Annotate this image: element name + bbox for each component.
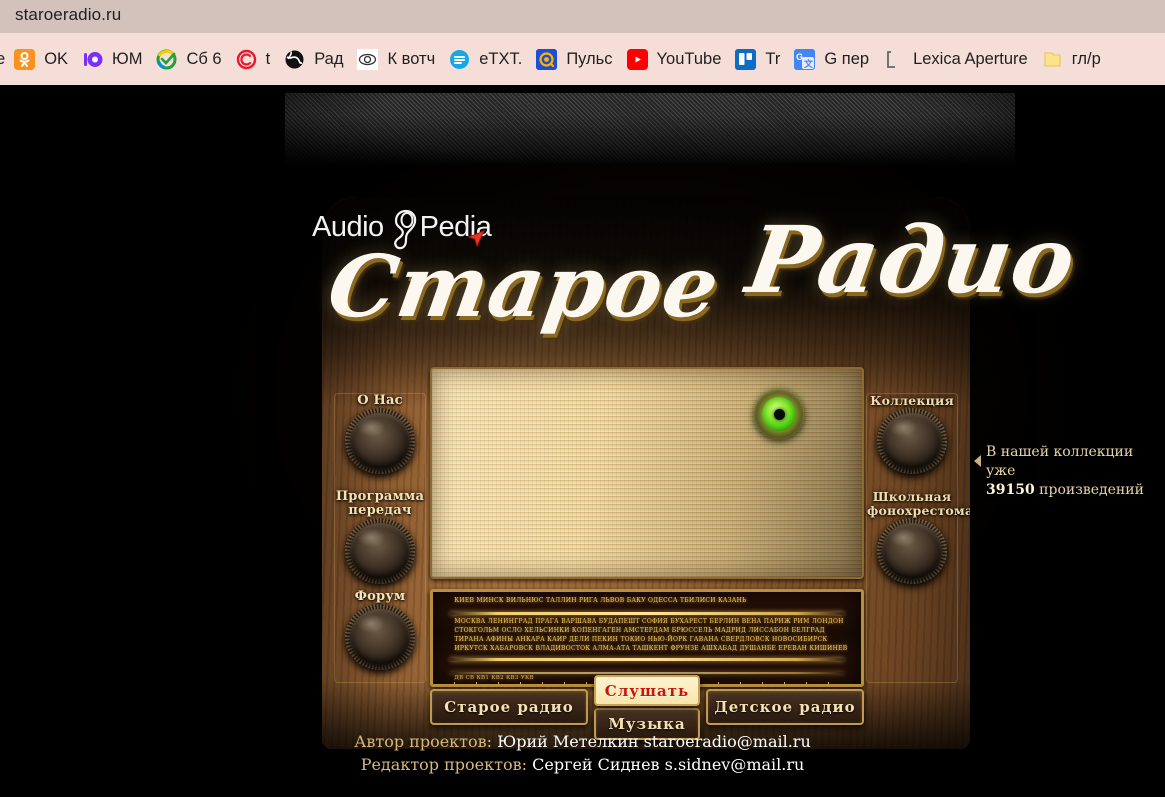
copyright-icon [236, 49, 257, 70]
browser-chrome: staroeradio.ru e OK ЮМ Сб 6 t Рад К вотч eTXT. П… [0, 0, 1165, 85]
knob-schedule[interactable]: Программа передач [335, 489, 425, 584]
carbon-header-strip [285, 93, 1015, 165]
bookmark-label-3: Сб 6 [186, 49, 222, 68]
knob-school-anthology[interactable]: Школьная фонохрестоматия [867, 489, 970, 584]
google-translate-icon: G文 [794, 48, 816, 70]
page-title-word1: Старое [321, 237, 727, 337]
active-tab-title[interactable]: staroeradio.ru [15, 5, 121, 25]
eye-icon [357, 48, 379, 70]
globe-icon [284, 49, 305, 70]
page-title: Старое Радио [321, 206, 1084, 338]
bookmark-label-11: G пер [824, 49, 870, 68]
bookmark-label-13: гл/р [1071, 49, 1101, 68]
bookmark-label-1: OK [44, 49, 69, 68]
sberbank-icon [156, 49, 177, 70]
button-kids-radio[interactable]: Детское радио [706, 689, 864, 725]
knob-schedule-dial[interactable] [345, 518, 415, 584]
bookmark-item-9[interactable]: YouTube [620, 33, 729, 85]
dial-rule [450, 612, 844, 615]
tab-strip: staroeradio.ru [0, 0, 1165, 33]
magic-eye-pupil [773, 408, 785, 420]
svg-text:G: G [796, 52, 803, 62]
odnoklassniki-icon [14, 48, 36, 70]
counter-arrow-icon [974, 455, 981, 467]
bookmark-item-7[interactable]: eTXT. [442, 33, 529, 85]
bookmark-item-8[interactable]: Пульс [529, 33, 619, 85]
credit-editor-value: Сергей Сиднев s.sidnev@mail.ru [532, 755, 805, 774]
bookmark-item-3[interactable]: Сб 6 [149, 33, 228, 85]
dial-rule [450, 658, 844, 661]
bookmark-item-6[interactable]: К вотч [350, 33, 442, 85]
collection-count: 39150 [986, 482, 1035, 498]
dial-cities-top: КИЕВ МИНСК ВИЛЬНЮС ТАЛЛИН РИГА ЛЬВОВ БАК… [454, 597, 747, 604]
bookmark-label-5: Рад [314, 49, 344, 68]
dial-cities-main: МОСКВА ЛЕНИНГРАД ПРАГА ВАРШАВА БУДАПЕШТ … [454, 618, 848, 652]
bracket-icon [883, 49, 904, 70]
bookmark-label-9: YouTube [656, 49, 722, 68]
knob-school-label-line2: фонохрестоматия [867, 503, 970, 518]
left-knob-panel: О Нас Программа передач Форум [334, 393, 426, 683]
knob-about-dial[interactable] [345, 408, 415, 474]
folder-icon [1042, 49, 1063, 70]
dial-rule [450, 672, 844, 674]
knob-forum-label: Форум [354, 589, 406, 604]
button-listen[interactable]: Слушать [594, 675, 700, 706]
credit-author-label: Автор проектов: [354, 732, 493, 751]
button-old-radio[interactable]: Старое радио [430, 689, 588, 725]
bookmark-label-7: eTXT. [479, 49, 523, 68]
etxt-icon [449, 49, 470, 70]
footer-credits: Автор проектов: Юрий Метелкин staroeradi… [0, 730, 1165, 776]
tuning-dial[interactable]: КИЕВ МИНСК ВИЛЬНЮС ТАЛЛИН РИГА ЛЬВОВ БАК… [430, 589, 864, 687]
bookmark-item-12[interactable]: Lexica Aperture [876, 33, 1035, 85]
collection-counter-line1: В нашей коллекции уже [986, 444, 1134, 479]
bookmark-item-4[interactable]: t [229, 33, 278, 85]
knob-schedule-label-line1: Программа [335, 489, 425, 504]
bookmark-label-12: Lexica Aperture [913, 49, 1028, 68]
collection-counter-line2: 39150 произведений [986, 481, 1165, 500]
credit-editor: Редактор проектов: Сергей Сиднев s.sidne… [0, 753, 1165, 776]
bookmark-label-8: Пульс [566, 49, 613, 68]
bookmark-label-4: t [265, 49, 271, 68]
bookmark-clipped-0[interactable]: e [0, 50, 5, 69]
bookmark-item-10[interactable]: Tr [728, 33, 787, 85]
knob-collection[interactable]: Коллекция [867, 393, 957, 474]
magic-eye-indicator [754, 389, 804, 439]
credit-author: Автор проектов: Юрий Метелкин staroeradi… [0, 730, 1165, 753]
knob-forum-dial[interactable] [345, 604, 415, 670]
youtube-icon [626, 48, 648, 70]
knob-collection-label: Коллекция [870, 393, 954, 408]
collection-counter: В нашей коллекции уже 39150 произведений [986, 443, 1165, 500]
yum-icon [82, 49, 103, 70]
credit-author-value: Юрий Метелкин staroeradio@mail.ru [497, 732, 811, 751]
bookmark-item-1[interactable]: OK [7, 33, 75, 85]
page-title-word2: Радио [740, 206, 1084, 314]
bookmark-item-11[interactable]: G文 G пер [787, 33, 876, 85]
trello-icon [735, 48, 757, 70]
credit-editor-label: Редактор проектов: [360, 755, 528, 774]
knob-collection-dial[interactable] [877, 408, 947, 474]
bookmark-item-13[interactable]: гл/р [1035, 33, 1108, 85]
magic-eye-lamp [762, 397, 796, 431]
knob-school-label-line1: Школьная [872, 489, 952, 504]
bookmark-item-5[interactable]: Рад [277, 33, 350, 85]
bookmark-label-6: К вотч [387, 49, 436, 68]
collection-count-suffix: произведений [1034, 482, 1144, 498]
knob-forum[interactable]: Форум [335, 589, 425, 670]
right-knob-panel: Коллекция Школьная фонохрестоматия [866, 393, 970, 683]
page-content: КИЕВ МИНСК ВИЛЬНЮС ТАЛЛИН РИГА ЛЬВОВ БАК… [0, 85, 1165, 797]
bookmark-label-2: ЮМ [112, 49, 143, 68]
puls-icon [536, 48, 558, 70]
knob-about-label: О Нас [357, 393, 403, 408]
knob-schedule-label-line2: передач [348, 503, 412, 518]
knob-school-dial[interactable] [877, 518, 947, 584]
svg-text:文: 文 [803, 58, 814, 69]
bookmark-item-2[interactable]: ЮМ [75, 33, 149, 85]
bookmarks-bar: e OK ЮМ Сб 6 t Рад К вотч eTXT. Пульс YouTube Tr G 文… [0, 33, 1165, 85]
knob-about[interactable]: О Нас [335, 393, 425, 474]
bookmark-label-10: Tr [765, 49, 781, 68]
